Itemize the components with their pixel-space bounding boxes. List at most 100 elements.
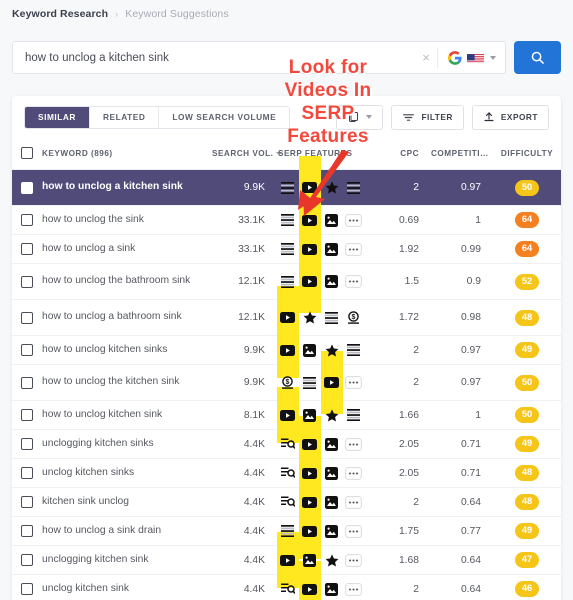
header-keyword[interactable]: KEYWORD (896) (42, 138, 212, 170)
tab-similar[interactable]: SIMILAR (25, 106, 90, 128)
row-checkbox[interactable] (21, 181, 33, 194)
table-row[interactable]: unclog kitchen sink 4.4K 2 0.64 46 (12, 561, 561, 600)
serp-reviews-star-icon[interactable] (300, 310, 319, 325)
row-checkbox[interactable] (21, 214, 33, 226)
keyword-cell[interactable]: how to unclog a bathroom sink (42, 300, 212, 336)
serp-snippet-lines-icon[interactable] (278, 242, 297, 257)
serp-reviews-star-icon[interactable] (322, 408, 341, 423)
row-checkbox[interactable] (21, 438, 33, 450)
row-checkbox[interactable] (21, 467, 33, 479)
serp-more-icon[interactable] (344, 495, 363, 510)
serp-image-icon[interactable] (322, 274, 341, 289)
serp-snippet-lines-icon[interactable] (278, 274, 297, 289)
serp-snippet-lines-icon[interactable] (344, 343, 363, 358)
serp-more-icon[interactable] (344, 553, 363, 568)
keyword-cell[interactable]: how to unclog a kitchen sink (42, 170, 212, 206)
filter-button[interactable]: FILTER (391, 104, 464, 130)
serp-video-icon[interactable] (300, 524, 319, 539)
serp-video-icon[interactable] (300, 466, 319, 481)
serp-people-also-ask-icon[interactable] (278, 437, 297, 452)
export-button[interactable]: EXPORT (471, 104, 549, 130)
serp-image-icon[interactable] (300, 343, 319, 358)
serp-snippet-lines-icon[interactable] (278, 180, 297, 195)
keyword-cell[interactable]: how to unclog a sink (42, 235, 212, 264)
row-checkbox[interactable] (21, 344, 33, 356)
clear-search-icon[interactable]: × (415, 51, 437, 64)
serp-video-icon[interactable] (300, 213, 319, 228)
serp-shopping-icon[interactable]: $ (278, 375, 297, 390)
header-serp-features[interactable]: SERP FEATURES (274, 138, 369, 170)
search-engine-selector[interactable] (437, 47, 505, 68)
table-row[interactable]: unclogging kitchen sinks 4.4K 2.05 0.71 49 (12, 416, 561, 472)
serp-people-also-ask-icon[interactable] (278, 582, 297, 597)
row-checkbox[interactable] (21, 275, 33, 288)
serp-snippet-lines-icon[interactable] (278, 524, 297, 539)
keyword-cell[interactable]: unclogging kitchen sink (42, 546, 212, 575)
serp-video-icon[interactable] (300, 242, 319, 257)
serp-reviews-star-icon[interactable] (322, 180, 341, 195)
serp-snippet-lines-icon[interactable] (278, 213, 297, 228)
keyword-cell[interactable]: how to unclog the bathroom sink (42, 264, 212, 300)
tab-related[interactable]: RELATED (89, 106, 160, 128)
keyword-cell[interactable]: kitchen sink unclog (42, 488, 212, 517)
serp-more-icon[interactable] (344, 274, 363, 289)
serp-people-also-ask-icon[interactable] (278, 466, 297, 481)
serp-snippet-lines-icon[interactable] (322, 310, 341, 325)
serp-people-also-ask-icon[interactable] (278, 495, 297, 510)
keyword-cell[interactable]: unclogging kitchen sinks (42, 430, 212, 459)
serp-more-icon[interactable] (344, 437, 363, 452)
serp-video-icon[interactable] (300, 495, 319, 510)
header-search-volume[interactable]: SEARCH VOL. (212, 138, 283, 170)
table-row[interactable]: unclog kitchen sinks 4.4K 2.05 0.71 48 (12, 445, 561, 501)
serp-video-icon[interactable] (322, 375, 341, 390)
table-row[interactable]: how to unclog kitchen sink 8.1K 1.66 1 50 (12, 387, 561, 443)
serp-more-icon[interactable] (344, 466, 363, 481)
serp-reviews-star-icon[interactable] (322, 553, 341, 568)
row-checkbox[interactable] (21, 243, 33, 255)
table-row[interactable]: how to unclog kitchen sinks 9.9K 2 0.97 49 (12, 322, 561, 378)
table-row[interactable]: how to unclog a kitchen sink 9.9K 2 0.97 50 (12, 156, 561, 219)
keyword-cell[interactable]: how to unclog kitchen sink (42, 401, 212, 430)
serp-video-icon[interactable] (300, 437, 319, 452)
serp-more-icon[interactable] (344, 524, 363, 539)
serp-image-icon[interactable] (322, 582, 341, 597)
keyword-cell[interactable]: how to unclog kitchen sinks (42, 336, 212, 365)
serp-image-icon[interactable] (322, 524, 341, 539)
serp-snippet-lines-icon[interactable] (344, 180, 363, 195)
serp-more-icon[interactable] (344, 242, 363, 257)
table-row[interactable]: kitchen sink unclog 4.4K 2 0.64 48 (12, 474, 561, 530)
serp-image-icon[interactable] (322, 242, 341, 257)
row-checkbox[interactable] (21, 554, 33, 566)
select-all-checkbox[interactable] (21, 147, 33, 159)
header-competition[interactable]: COMPETITI… (431, 138, 493, 170)
keyword-cell[interactable]: how to unclog the kitchen sink (42, 365, 212, 401)
serp-more-icon[interactable] (344, 213, 363, 228)
table-row[interactable]: how to unclog a sink 33.1K 1.92 0.99 64 (12, 221, 561, 277)
header-cpc[interactable]: CPC (369, 138, 431, 170)
row-checkbox[interactable] (21, 311, 33, 324)
keyword-cell[interactable]: unclog kitchen sink (42, 575, 212, 600)
table-row[interactable]: how to unclog the sink 33.1K 0.69 1 64 (12, 192, 561, 248)
serp-shopping-icon[interactable]: $ (344, 310, 363, 325)
serp-video-icon[interactable] (278, 408, 297, 423)
serp-image-icon[interactable] (322, 213, 341, 228)
serp-snippet-lines-icon[interactable] (344, 408, 363, 423)
keyword-cell[interactable]: how to unclog a sink drain (42, 517, 212, 546)
serp-more-icon[interactable] (344, 375, 363, 390)
serp-video-icon[interactable] (278, 310, 297, 325)
search-input[interactable] (13, 51, 415, 64)
keyword-cell[interactable]: unclog kitchen sinks (42, 459, 212, 488)
search-button[interactable] (514, 41, 561, 74)
serp-snippet-lines-icon[interactable] (300, 375, 319, 390)
copy-button[interactable] (336, 104, 384, 130)
table-row[interactable]: unclogging kitchen sink 4.4K 1.68 0.64 47 (12, 532, 561, 588)
breadcrumb-parent[interactable]: Keyword Research (12, 8, 108, 20)
serp-video-icon[interactable] (300, 274, 319, 289)
tab-low-search-volume[interactable]: LOW SEARCH VOLUME (159, 106, 290, 128)
serp-image-icon[interactable] (300, 553, 319, 568)
serp-image-icon[interactable] (322, 437, 341, 452)
serp-video-icon[interactable] (300, 180, 319, 195)
serp-image-icon[interactable] (300, 408, 319, 423)
serp-video-icon[interactable] (278, 553, 297, 568)
keyword-cell[interactable]: how to unclog the sink (42, 206, 212, 235)
